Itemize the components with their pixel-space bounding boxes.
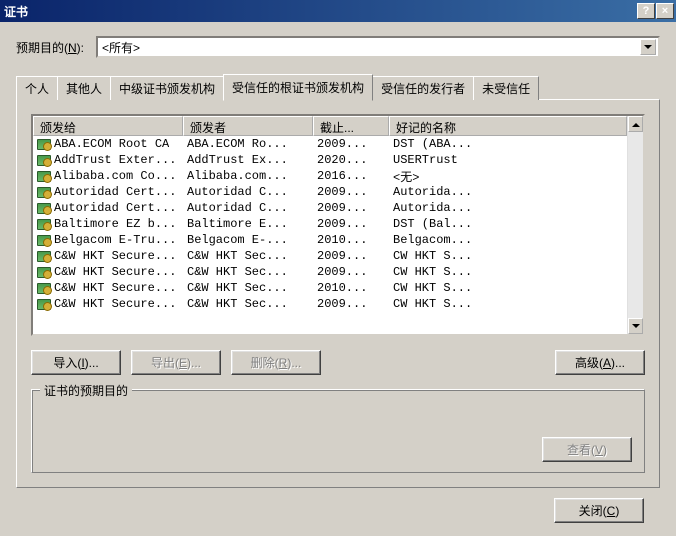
listview-rows: ABA.ECOM Root CAABA.ECOM Ro...2009...DST…	[33, 136, 627, 312]
tab[interactable]: 中级证书颁发机构	[110, 76, 224, 100]
close-button[interactable]: ×	[656, 3, 674, 19]
table-row[interactable]: C&W HKT Secure...C&W HKT Sec...2009...CW…	[33, 248, 627, 264]
tab[interactable]: 其他人	[57, 76, 111, 100]
table-row[interactable]: C&W HKT Secure...C&W HKT Sec...2009...CW…	[33, 296, 627, 312]
delete-button[interactable]: 删除(R)...	[231, 350, 321, 375]
scroll-track[interactable]	[628, 132, 643, 318]
scrollbar[interactable]	[627, 116, 643, 334]
import-button[interactable]: 导入(I)...	[31, 350, 121, 375]
purpose-select[interactable]: <所有>	[96, 36, 660, 58]
window-title: 证书	[4, 3, 637, 20]
tab[interactable]: 受信任的发行者	[372, 76, 474, 100]
table-row[interactable]: C&W HKT Secure...C&W HKT Sec...2009...CW…	[33, 264, 627, 280]
certificate-icon	[37, 155, 51, 166]
table-row[interactable]: Baltimore EZ b...Baltimore E...2009...DS…	[33, 216, 627, 232]
advanced-button[interactable]: 高级(A)...	[555, 350, 645, 375]
col-issued-to[interactable]: 颁发给	[33, 116, 183, 136]
certificate-icon	[37, 139, 51, 150]
certificate-icon	[37, 203, 51, 214]
certificate-icon	[37, 219, 51, 230]
tab[interactable]: 个人	[16, 76, 58, 100]
table-row[interactable]: Autoridad Cert...Autoridad C...2009...Au…	[33, 200, 627, 216]
certificate-icon	[37, 267, 51, 278]
tab[interactable]: 受信任的根证书颁发机构	[223, 74, 373, 101]
purpose-select-value: <所有>	[102, 39, 640, 56]
certificate-icon	[37, 251, 51, 262]
table-row[interactable]: ABA.ECOM Root CAABA.ECOM Ro...2009...DST…	[33, 136, 627, 152]
titlebar: 证书 ? ×	[0, 0, 676, 22]
tab[interactable]: 未受信任	[473, 76, 539, 100]
chevron-down-icon[interactable]	[640, 39, 656, 55]
purpose-label: 预期目的(N):	[16, 39, 84, 56]
table-row[interactable]: Autoridad Cert...Autoridad C...2009...Au…	[33, 184, 627, 200]
scroll-down-icon[interactable]	[628, 318, 643, 334]
purpose-groupbox: 证书的预期目的 查看(V)	[31, 389, 645, 473]
col-expires[interactable]: 截止...	[313, 116, 389, 136]
cert-listview[interactable]: 颁发给 颁发者 截止... 好记的名称 ABA.ECOM Root CAABA.…	[31, 114, 645, 336]
scroll-up-icon[interactable]	[628, 116, 643, 132]
tab-panel: 颁发给 颁发者 截止... 好记的名称 ABA.ECOM Root CAABA.…	[16, 99, 660, 488]
table-row[interactable]: AddTrust Exter...AddTrust Ex...2020...US…	[33, 152, 627, 168]
certificate-icon	[37, 171, 51, 182]
listview-header: 颁发给 颁发者 截止... 好记的名称	[33, 116, 627, 136]
table-row[interactable]: Alibaba.com Co...Alibaba.com...2016...<无…	[33, 168, 627, 184]
certificate-icon	[37, 187, 51, 198]
tab-strip: 个人其他人中级证书颁发机构受信任的根证书颁发机构受信任的发行者未受信任	[16, 72, 660, 99]
certificate-icon	[37, 299, 51, 310]
help-button[interactable]: ?	[637, 3, 655, 19]
col-friendly-name[interactable]: 好记的名称	[389, 116, 627, 136]
export-button[interactable]: 导出(E)...	[131, 350, 221, 375]
table-row[interactable]: Belgacom E-Tru...Belgacom E-...2010...Be…	[33, 232, 627, 248]
col-issuer[interactable]: 颁发者	[183, 116, 313, 136]
view-button[interactable]: 查看(V)	[542, 437, 632, 462]
certificate-icon	[37, 283, 51, 294]
groupbox-title: 证书的预期目的	[40, 382, 132, 399]
close-dialog-button[interactable]: 关闭(C)	[554, 498, 644, 523]
table-row[interactable]: C&W HKT Secure...C&W HKT Sec...2010...CW…	[33, 280, 627, 296]
certificate-icon	[37, 235, 51, 246]
